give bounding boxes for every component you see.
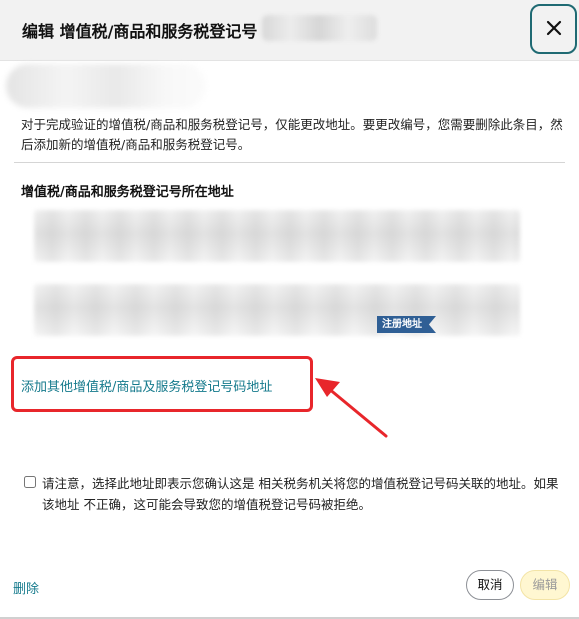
redacted-address-option-2[interactable] <box>34 284 520 336</box>
redacted-registration-number <box>262 15 377 41</box>
cancel-button[interactable]: 取消 <box>466 570 514 600</box>
divider <box>14 162 565 163</box>
modal-header: 编辑 增值税/商品和服务税登记号 <box>0 0 579 61</box>
redacted-address-option-1[interactable] <box>34 210 520 262</box>
confirm-address-checkbox[interactable] <box>24 476 36 488</box>
edit-button[interactable]: 编辑 <box>520 570 570 600</box>
address-section-title: 增值税/商品和服务税登记号所在地址 <box>21 185 234 200</box>
annotation-arrow-icon <box>315 378 388 438</box>
info-text: 对于完成验证的增值税/商品和服务税登记号，仅能更改地址。要更改编号，您需要删除此… <box>21 117 563 152</box>
redacted-business-name <box>6 64 206 108</box>
delete-link[interactable]: 删除 <box>13 578 39 597</box>
confirm-address-text: 请注意，选择此地址即表示您确认这是 相关税务机关将您的增值税登记号码关联的地址。… <box>42 476 559 512</box>
close-button[interactable] <box>530 4 577 54</box>
edit-vat-modal: 编辑 增值税/商品和服务税登记号 对于完成验证的增值税/商品和服务税登记号，仅能… <box>0 0 579 619</box>
modal-title: 编辑 增值税/商品和服务税登记号 <box>22 22 258 41</box>
add-address-link[interactable]: 添加其他增值税/商品及服务税登记号码地址 <box>21 376 272 395</box>
registered-address-badge: 注册地址 <box>377 316 436 333</box>
close-icon <box>546 20 562 36</box>
